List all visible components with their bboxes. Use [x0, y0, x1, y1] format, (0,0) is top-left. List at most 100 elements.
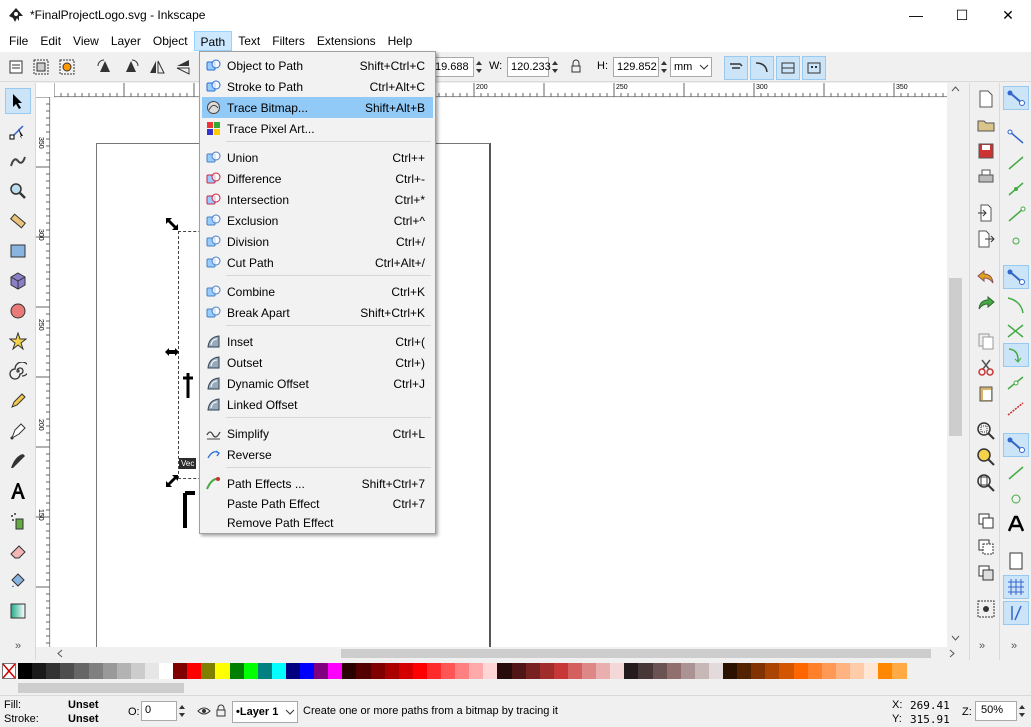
scroll-up-icon[interactable] — [951, 85, 960, 94]
palette-scrollbar[interactable] — [0, 681, 1031, 695]
pen-tool[interactable] — [5, 418, 31, 444]
palette-swatch[interactable] — [159, 663, 174, 679]
palette-swatch[interactable] — [144, 663, 160, 679]
ellipse-tool[interactable] — [5, 298, 31, 324]
snap-more-icon[interactable]: » — [1011, 640, 1017, 652]
horizontal-scroll-thumb[interactable] — [341, 649, 931, 658]
path-menu-item[interactable]: Division Ctrl+/ — [202, 231, 433, 252]
pencil-tool[interactable] — [5, 388, 31, 414]
palette-swatch[interactable] — [342, 663, 358, 679]
snap-text-baseline-icon[interactable] — [1003, 513, 1029, 537]
menu-view[interactable]: View — [67, 31, 105, 51]
export-icon[interactable] — [976, 229, 996, 249]
menu-help[interactable]: Help — [382, 31, 419, 51]
palette-swatch[interactable] — [257, 663, 273, 679]
palette-swatch[interactable] — [102, 663, 118, 679]
path-menu-item[interactable]: Paste Path Effect Ctrl+7 — [202, 493, 433, 514]
palette-swatch[interactable] — [201, 663, 217, 679]
path-menu-item[interactable]: Intersection Ctrl+* — [202, 189, 433, 210]
lock-icon[interactable] — [567, 58, 585, 76]
palette-swatch[interactable] — [455, 663, 471, 679]
palette-swatch[interactable] — [821, 663, 837, 679]
palette-swatch[interactable] — [878, 663, 894, 679]
zoom-selection-icon[interactable] — [976, 421, 996, 441]
snap-intersection-icon[interactable] — [1003, 319, 1029, 343]
tweak-tool[interactable] — [5, 148, 31, 174]
duplicate-icon[interactable] — [976, 511, 996, 531]
minimize-button[interactable]: — — [893, 0, 939, 30]
path-menu-item[interactable]: Inset Ctrl+( — [202, 331, 433, 352]
palette-swatch[interactable] — [46, 663, 62, 679]
palette-swatch[interactable] — [596, 663, 612, 679]
snap-bbox-icon[interactable] — [1003, 125, 1029, 149]
opacity-input[interactable]: 0 — [141, 701, 177, 721]
palette-swatch[interactable] — [723, 663, 738, 679]
close-button[interactable]: ✕ — [985, 0, 1031, 30]
unit-dropdown-icon[interactable] — [698, 57, 710, 77]
palette-swatch[interactable] — [567, 663, 583, 679]
palette-swatch[interactable] — [18, 663, 33, 679]
snap-toggle[interactable] — [1003, 86, 1029, 110]
scale-handle-icon[interactable] — [164, 216, 180, 232]
palette-swatch[interactable] — [624, 663, 640, 679]
snap-grids-toggle[interactable] — [1003, 575, 1029, 599]
palette-swatch[interactable] — [314, 663, 330, 679]
vertical-scrollbar[interactable] — [947, 83, 964, 647]
stretch-handle-icon[interactable] — [164, 346, 180, 358]
palette-swatch[interactable] — [130, 663, 146, 679]
path-menu-item[interactable]: Stroke to Path Ctrl+Alt+C — [202, 76, 433, 97]
menu-edit[interactable]: Edit — [34, 31, 67, 51]
palette-swatch[interactable] — [582, 663, 597, 679]
snap-guides-toggle[interactable] — [1003, 601, 1029, 625]
clone-icon[interactable] — [976, 537, 996, 557]
palette-swatch[interactable] — [285, 663, 301, 679]
path-menu-item[interactable]: Simplify Ctrl+L — [202, 423, 433, 444]
palette-swatch[interactable] — [680, 663, 696, 679]
palette-swatch[interactable] — [779, 663, 795, 679]
flip-horizontal-icon[interactable] — [148, 58, 166, 76]
path-menu-item[interactable]: Trace Pixel Art... — [202, 118, 433, 139]
horizontal-scrollbar[interactable] — [51, 647, 964, 660]
unlink-clone-icon[interactable] — [976, 563, 996, 583]
3d-box-tool[interactable] — [5, 268, 31, 294]
path-menu-item[interactable]: Difference Ctrl+- — [202, 168, 433, 189]
palette-swatch[interactable] — [864, 663, 879, 679]
x-input[interactable]: 19.688 — [432, 57, 474, 77]
star-tool[interactable] — [5, 328, 31, 354]
select-all-layers-icon[interactable] — [32, 58, 50, 76]
deselect-icon[interactable] — [58, 58, 76, 76]
gradient-tool[interactable] — [5, 598, 31, 624]
snap-center-icon[interactable] — [1003, 461, 1029, 485]
move-gradients-toggle[interactable] — [776, 56, 800, 80]
path-menu-item[interactable]: Object to Path Shift+Ctrl+C — [202, 55, 433, 76]
palette-swatch[interactable] — [187, 663, 203, 679]
snap-bbox-midpoint-icon[interactable] — [1003, 203, 1029, 227]
menu-file[interactable]: File — [3, 31, 34, 51]
palette-swatch[interactable] — [892, 663, 908, 679]
cut-icon[interactable] — [976, 357, 996, 377]
palette-swatch[interactable] — [32, 663, 48, 679]
palette-swatch[interactable] — [60, 663, 76, 679]
paste-icon[interactable] — [976, 383, 996, 403]
path-menu-item[interactable]: Break Apart Shift+Ctrl+K — [202, 302, 433, 323]
zoom-spin-icon[interactable] — [1017, 701, 1027, 721]
measure-tool[interactable] — [5, 208, 31, 234]
palette-swatch[interactable] — [215, 663, 231, 679]
palette-swatch[interactable] — [497, 663, 513, 679]
w-spin-icon[interactable] — [550, 57, 560, 77]
drawing-canvas[interactable]: Vec — [51, 98, 947, 647]
rotate-cw-icon[interactable] — [122, 58, 140, 76]
fill-value[interactable]: Unset — [68, 699, 99, 711]
snap-bbox-edge-icon[interactable] — [1003, 151, 1029, 175]
palette-swatch[interactable] — [694, 663, 710, 679]
import-icon[interactable] — [976, 203, 996, 223]
palette-swatch[interactable] — [384, 663, 400, 679]
snap-page-border-icon[interactable] — [1003, 549, 1029, 573]
commands-more-icon[interactable]: » — [979, 640, 985, 652]
scroll-right-icon[interactable] — [947, 649, 956, 658]
palette-swatch[interactable] — [765, 663, 781, 679]
palette-swatch[interactable] — [88, 663, 104, 679]
palette-swatch[interactable] — [751, 663, 767, 679]
snap-nodes-toggle[interactable] — [1003, 265, 1029, 289]
path-menu-item[interactable]: Cut Path Ctrl+Alt+/ — [202, 252, 433, 273]
